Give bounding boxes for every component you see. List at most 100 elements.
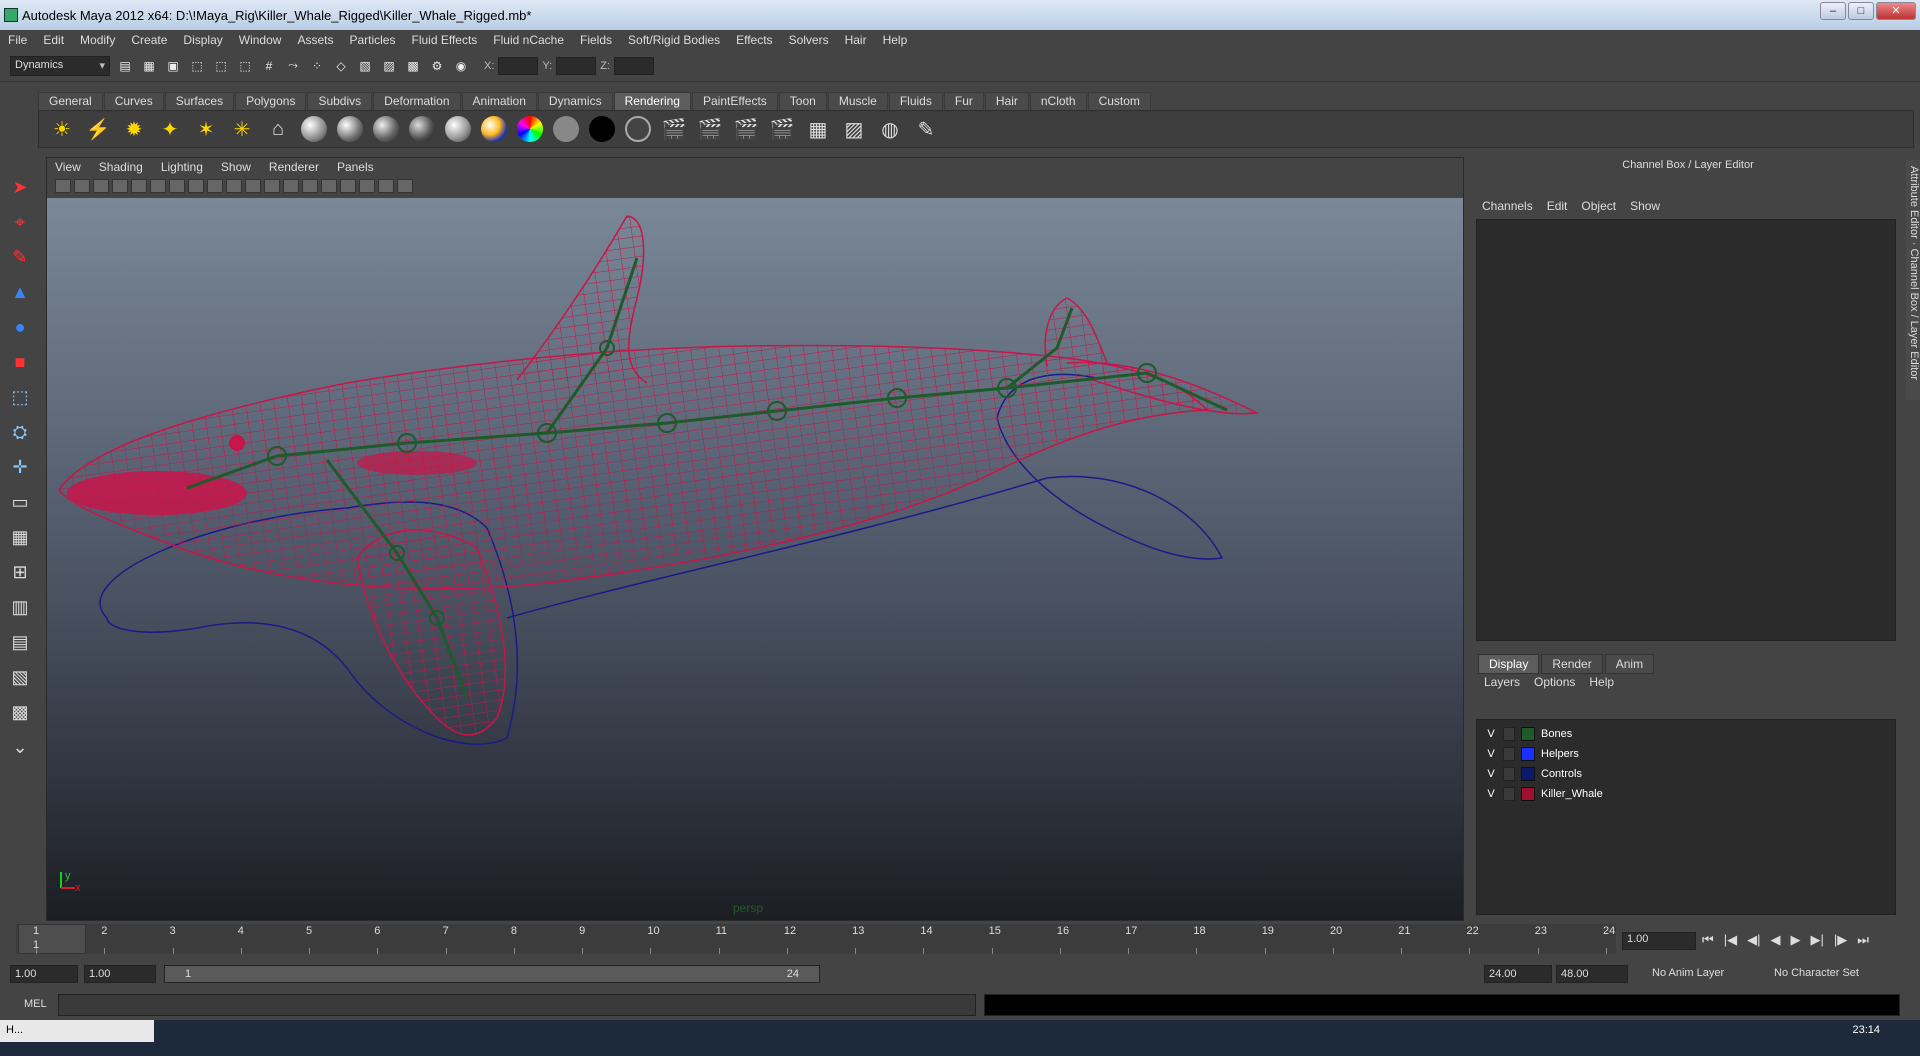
shelf-tab-fur[interactable]: Fur	[943, 92, 984, 110]
shelf-tab-muscle[interactable]: Muscle	[827, 92, 888, 110]
shelf-tab-custom[interactable]: Custom	[1087, 92, 1151, 110]
playback-end-field[interactable]: 24.00	[1484, 965, 1552, 983]
single-perspective-layout-icon[interactable]: ▦	[4, 521, 36, 553]
textured-icon[interactable]	[302, 179, 318, 193]
blinn-icon[interactable]	[335, 114, 365, 144]
y-field[interactable]	[556, 56, 597, 75]
show-manipulator-icon[interactable]: ✛	[4, 451, 36, 483]
end-time-field[interactable]: 48.00	[1556, 965, 1628, 983]
shadows-icon[interactable]	[340, 179, 356, 193]
menu-fields[interactable]: Fields	[580, 33, 612, 47]
film-gate-icon[interactable]	[131, 179, 147, 193]
start-time-field[interactable]: 1.00	[10, 965, 78, 983]
save-scene-icon[interactable]: ▣	[164, 57, 182, 75]
persp-graph-layout-icon[interactable]: ▤	[4, 626, 36, 658]
point-light-icon[interactable]: ✹	[119, 114, 149, 144]
layer-row[interactable]: V Controls	[1477, 764, 1895, 784]
killer-whale-wireframe[interactable]	[47, 198, 1463, 920]
mel-input[interactable]	[58, 994, 976, 1016]
menu-particles[interactable]: Particles	[349, 33, 395, 47]
menu-window[interactable]: Window	[239, 33, 282, 47]
lighting-icon[interactable]	[321, 179, 337, 193]
layer-visibility[interactable]: V	[1485, 728, 1497, 740]
snap-point-icon[interactable]: ⁘	[308, 57, 326, 75]
step-forward-frame-button[interactable]: ▶|	[1810, 932, 1823, 948]
phong-icon[interactable]	[371, 114, 401, 144]
area-light-icon[interactable]: ✶	[191, 114, 221, 144]
shelf-tab-rendering[interactable]: Rendering	[613, 92, 691, 110]
camera-attr-icon[interactable]	[55, 179, 71, 193]
playback-start-field[interactable]: 1.00	[84, 965, 156, 983]
menu-hair[interactable]: Hair	[845, 33, 867, 47]
channel-box-area[interactable]	[1476, 219, 1896, 641]
vp-menu-show[interactable]: Show	[221, 160, 251, 174]
layer-name[interactable]: Helpers	[1541, 748, 1579, 760]
phonge-icon[interactable]	[407, 114, 437, 144]
menu-modify[interactable]: Modify	[80, 33, 115, 47]
shelf-tab-fluids[interactable]: Fluids	[888, 92, 943, 110]
play-backwards-button[interactable]: ◀	[1770, 932, 1780, 948]
render-frame-icon[interactable]: ▨	[380, 57, 398, 75]
open-scene-icon[interactable]: ▦	[140, 57, 158, 75]
wireframe-on-shaded-icon[interactable]	[283, 179, 299, 193]
layer-name[interactable]: Controls	[1541, 768, 1582, 780]
ipr-icon[interactable]: 🎬	[695, 114, 725, 144]
play-forwards-button[interactable]: ▶	[1790, 932, 1800, 948]
smooth-shade-icon[interactable]	[264, 179, 280, 193]
time-slider[interactable]: 1 1 2 3 4 5 6 7 8 9 10 11 12 13 14 15 16 17 18 19 20 21 22 23 2…	[16, 924, 1616, 954]
cb-menu-edit[interactable]: Edit	[1547, 199, 1568, 213]
last-tool-icon[interactable]: ▭	[4, 486, 36, 518]
camera-icon[interactable]: ⌂	[263, 114, 293, 144]
vp-menu-panels[interactable]: Panels	[337, 160, 374, 174]
shading-map-icon[interactable]	[623, 114, 653, 144]
lambert-icon[interactable]	[299, 114, 329, 144]
menu-solvers[interactable]: Solvers	[789, 33, 829, 47]
shelf-tab-animation[interactable]: Animation	[461, 92, 537, 110]
anim-layer-dropdown[interactable]: No Anim Layer	[1652, 967, 1724, 979]
render-icon[interactable]: 🎬	[659, 114, 689, 144]
anisotropic-icon[interactable]	[443, 114, 473, 144]
volume-light-icon[interactable]: ✳	[227, 114, 257, 144]
cb-menu-object[interactable]: Object	[1581, 199, 1616, 213]
spot-light-icon[interactable]: ✦	[155, 114, 185, 144]
layer-type-toggle[interactable]	[1503, 747, 1515, 761]
hypershade-layout-icon[interactable]: ▧	[4, 661, 36, 693]
select-component-icon[interactable]: ⬚	[236, 57, 254, 75]
snap-plane-icon[interactable]: ◇	[332, 57, 350, 75]
menu-create[interactable]: Create	[131, 33, 167, 47]
snap-curve-icon[interactable]: ⤳	[284, 57, 302, 75]
batch-render-icon[interactable]: 🎬	[731, 114, 761, 144]
mental-ray-icon[interactable]: ◍	[875, 114, 905, 144]
menu-fluid-ncache[interactable]: Fluid nCache	[493, 33, 564, 47]
scale-tool-icon[interactable]: ■	[4, 346, 36, 378]
lasso-tool-icon[interactable]: ⌖	[4, 206, 36, 238]
z-field[interactable]	[613, 56, 654, 75]
shelf-tab-curves[interactable]: Curves	[103, 92, 164, 110]
grid-toggle-icon[interactable]	[112, 179, 128, 193]
close-button[interactable]: ✕	[1876, 2, 1916, 20]
snap-grid-icon[interactable]: #	[260, 57, 278, 75]
bookmark-icon[interactable]	[74, 179, 90, 193]
render-settings-icon[interactable]: ⚙	[428, 57, 446, 75]
safe-title-icon[interactable]	[226, 179, 242, 193]
vp-menu-renderer[interactable]: Renderer	[269, 160, 319, 174]
move-tool-icon[interactable]: ▲	[4, 276, 36, 308]
vp-menu-lighting[interactable]: Lighting	[161, 160, 203, 174]
xray-joints-icon[interactable]	[397, 179, 413, 193]
four-view-layout-icon[interactable]: ⊞	[4, 556, 36, 588]
select-object-icon[interactable]: ⬚	[212, 57, 230, 75]
perspective-viewport[interactable]: y x persp	[47, 198, 1463, 920]
shelf-tab-ncloth[interactable]: nCloth	[1029, 92, 1087, 110]
layer-row[interactable]: V Helpers	[1477, 744, 1895, 764]
layer-color-swatch[interactable]	[1521, 747, 1535, 761]
x-field[interactable]	[498, 56, 539, 75]
menu-soft-rigid-bodies[interactable]: Soft/Rigid Bodies	[628, 33, 720, 47]
isolate-select-icon[interactable]	[359, 179, 375, 193]
shelf-tab-subdivs[interactable]: Subdivs	[307, 92, 373, 110]
layer-visibility[interactable]: V	[1485, 748, 1497, 760]
script-editor-icon[interactable]: ⌄	[4, 731, 36, 763]
menu-fluid-effects[interactable]: Fluid Effects	[411, 33, 477, 47]
current-frame-marker[interactable]: 1	[18, 924, 86, 954]
current-frame-field[interactable]: 1.00	[1622, 932, 1696, 950]
field-chart-icon[interactable]	[188, 179, 204, 193]
